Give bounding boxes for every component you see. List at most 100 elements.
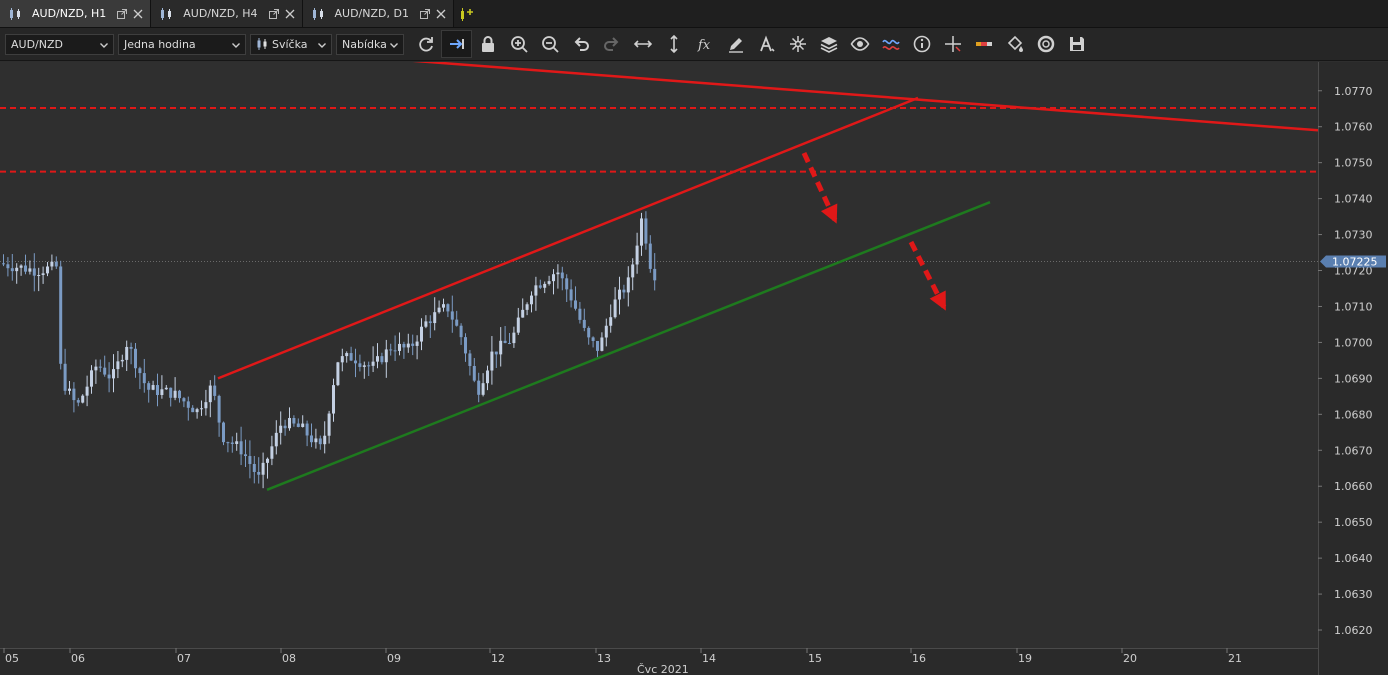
candle-body: [349, 353, 353, 361]
candle-body: [604, 325, 608, 338]
vertical-resize-button[interactable]: [658, 30, 689, 58]
lifebuoy-button[interactable]: [1030, 30, 1061, 58]
tab-aud-nzd-h4[interactable]: AUD/NZD, H4: [151, 0, 303, 27]
chart-type-select[interactable]: Svíčka: [250, 33, 332, 55]
lock-button[interactable]: [472, 30, 503, 58]
zoom-out-button[interactable]: [534, 30, 565, 58]
lifebuoy-icon: [1037, 35, 1054, 53]
chart-wave-button[interactable]: [875, 30, 906, 58]
chart-tab-bar: AUD/NZD, H1 AUD/NZD, H4 AUD/NZD, D1: [0, 0, 1388, 28]
close-icon[interactable]: [435, 8, 447, 20]
symbol-select[interactable]: AUD/NZD: [5, 33, 114, 55]
candle-body: [213, 385, 217, 396]
candle-body: [631, 264, 635, 278]
candle-body: [367, 365, 371, 367]
chart-area[interactable]: 1.0770 1.0760 1.0750 1.0740 1.0730 1.0720 1.07…: [0, 62, 1388, 675]
timeframe-select[interactable]: Jedna hodina: [118, 33, 246, 55]
candle-body: [327, 413, 331, 436]
visibility-button[interactable]: [844, 30, 875, 58]
tab-aud-nzd-d1[interactable]: AUD/NZD, D1: [302, 0, 454, 27]
zoom-out-icon: [541, 36, 559, 53]
price-tick-label: 1.0630: [1334, 588, 1373, 601]
candle-body: [244, 454, 247, 457]
tab-aud-nzd-h1[interactable]: AUD/NZD, H1: [0, 0, 152, 27]
candle-body: [437, 307, 441, 313]
candle-body: [68, 388, 71, 391]
price-tick-label: 1.0620: [1334, 624, 1373, 637]
time-tick-label: 16: [912, 652, 926, 665]
candle-body: [112, 369, 115, 379]
candle-body: [50, 261, 54, 267]
chart-toolbar: AUD/NZD Jedna hodina Svíčka Nabídka fx: [0, 28, 1388, 61]
candle-body: [164, 387, 168, 390]
candle-body: [591, 337, 595, 341]
info-button[interactable]: [906, 30, 937, 58]
candle-body: [125, 346, 129, 360]
autoscroll-button[interactable]: [441, 30, 472, 58]
svg-text:fx: fx: [697, 38, 711, 53]
candle-body: [406, 343, 410, 348]
candle-body: [380, 356, 384, 363]
layers-button[interactable]: [813, 30, 844, 58]
price-chart[interactable]: 1.07701.07601.07501.07401.07301.07201.07…: [0, 62, 1388, 675]
candle-body: [59, 266, 63, 364]
detach-icon[interactable]: [268, 8, 280, 20]
tab-label: AUD/NZD, H4: [183, 7, 258, 20]
candle-body: [54, 261, 58, 267]
text-button[interactable]: [751, 30, 782, 58]
detach-icon[interactable]: [419, 8, 431, 20]
candle-body: [178, 390, 181, 399]
candle-body: [424, 321, 428, 327]
price-tick-label: 1.0740: [1334, 193, 1373, 206]
time-tick-label: 12: [491, 652, 505, 665]
candle-body: [76, 400, 80, 403]
redo-button[interactable]: [596, 30, 627, 58]
trading-app: AUD/NZD, H1 AUD/NZD, H4 AUD/NZD, D1 AUD/…: [0, 0, 1388, 675]
close-icon[interactable]: [132, 8, 144, 20]
candle-body: [156, 385, 159, 395]
candle-body: [525, 304, 529, 310]
candle-body: [296, 423, 300, 427]
pattern-button[interactable]: [782, 30, 813, 58]
save-button[interactable]: [1061, 30, 1092, 58]
zoom-in-button[interactable]: [503, 30, 534, 58]
candle-body: [252, 463, 256, 472]
new-chart-button[interactable]: [454, 0, 478, 27]
candle-body: [450, 311, 454, 320]
draw-button[interactable]: [720, 30, 751, 58]
candle-body: [472, 365, 476, 381]
candle-body: [160, 389, 164, 395]
candle-body: [248, 456, 252, 464]
crosshair-button[interactable]: [937, 30, 968, 58]
color-bar-button[interactable]: [968, 30, 999, 58]
candle-body: [503, 340, 507, 343]
candle-body: [129, 346, 133, 349]
horizontal-resize-button[interactable]: [627, 30, 658, 58]
fill-button[interactable]: [999, 30, 1030, 58]
candle-body: [191, 407, 195, 413]
candle-body: [46, 266, 49, 274]
time-tick-label: 07: [177, 652, 191, 665]
price-tick-label: 1.0700: [1334, 336, 1373, 349]
price-side-value: Nabídka: [342, 37, 387, 51]
candle-body: [116, 361, 120, 370]
indicator-button[interactable]: fx: [689, 30, 720, 58]
candle-body: [274, 432, 278, 447]
candle-body: [618, 289, 621, 300]
candle-body: [613, 299, 617, 318]
candle-body: [578, 308, 582, 320]
candle-body: [94, 366, 98, 371]
candle-body: [556, 272, 560, 275]
price-tick-label: 1.0770: [1334, 85, 1373, 98]
detach-icon[interactable]: [116, 8, 128, 20]
price-side-select[interactable]: Nabídka: [336, 33, 404, 55]
refresh-button[interactable]: [410, 30, 441, 58]
candle-body: [28, 268, 32, 272]
candle-body: [600, 337, 604, 351]
close-icon[interactable]: [284, 8, 296, 20]
symbol-value: AUD/NZD: [11, 37, 63, 51]
candle-body: [626, 277, 630, 293]
undo-button[interactable]: [565, 30, 596, 58]
candlestick-icon: [10, 7, 20, 20]
candle-body: [433, 312, 437, 324]
